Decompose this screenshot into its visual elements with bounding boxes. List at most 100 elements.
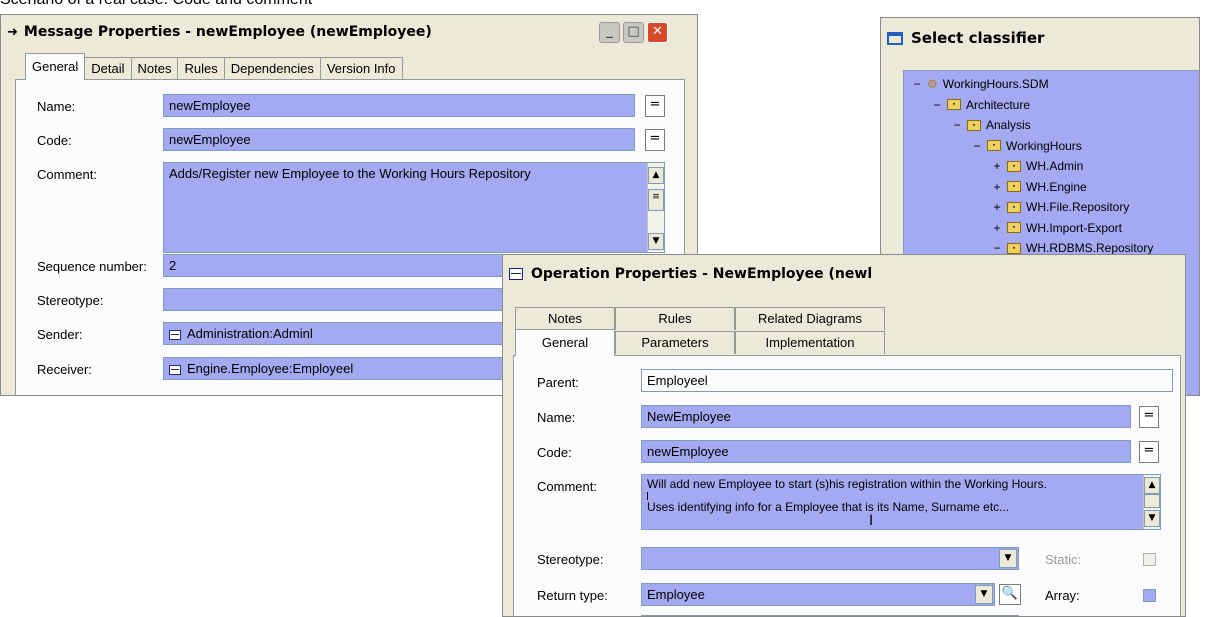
return-type-dropdown-button[interactable]: ▼ bbox=[975, 585, 993, 604]
tab-implementation[interactable]: Implementation bbox=[735, 331, 885, 354]
minimize-button[interactable]: _ bbox=[599, 22, 620, 43]
close-button[interactable]: ✕ bbox=[647, 22, 668, 43]
collapse-icon[interactable]: − bbox=[951, 118, 963, 132]
tab-related-diagrams[interactable]: Related Diagrams bbox=[735, 307, 885, 330]
comment-scrollbar[interactable]: ▲ ≡ ▼ bbox=[647, 163, 664, 252]
tab-rules[interactable]: Rules bbox=[615, 307, 735, 330]
tab-general[interactable]: General bbox=[25, 53, 86, 80]
tree-item[interactable]: − ▪ Analysis bbox=[951, 115, 1030, 135]
tab-notes[interactable]: Notes bbox=[130, 57, 179, 80]
tree-item-label: WorkingHours.SDM bbox=[942, 77, 1049, 91]
collapse-icon[interactable]: − bbox=[931, 98, 943, 112]
operation-titlebar[interactable]: Operation Properties - NewEmployee (newl bbox=[503, 255, 1185, 293]
name-label: Name: bbox=[537, 410, 576, 425]
tree-item[interactable]: − ▪ Architecture bbox=[931, 95, 1030, 115]
code-label: Code: bbox=[537, 445, 572, 460]
package-icon: ▪ bbox=[1007, 201, 1021, 213]
comment-field[interactable]: Adds/Register new Employee to the Workin… bbox=[163, 162, 665, 253]
message-titlebar[interactable]: ➜ Message Properties - newEmployee (newE… bbox=[1, 15, 697, 49]
expand-icon[interactable]: + bbox=[991, 180, 1003, 194]
operation-window-title: Operation Properties - NewEmployee (newl bbox=[531, 266, 873, 282]
tab-rules[interactable]: Rules bbox=[177, 57, 225, 80]
return-type-field[interactable]: Employee bbox=[641, 583, 995, 606]
comment-scrollbar[interactable]: ▲ ▼ bbox=[1143, 475, 1160, 529]
class-icon bbox=[169, 364, 181, 375]
message-window-title: Message Properties - newEmployee (newEmp… bbox=[23, 24, 432, 40]
operation-properties-window: Operation Properties - NewEmployee (newl… bbox=[502, 254, 1186, 617]
expand-icon[interactable]: + bbox=[991, 221, 1003, 235]
parent-field: Employeel bbox=[641, 369, 1173, 392]
package-icon: ▪ bbox=[947, 99, 961, 110]
return-type-browse-button[interactable]: 🔍 bbox=[999, 584, 1021, 605]
tree-item-label: WH.Admin bbox=[1026, 159, 1084, 173]
tree-item[interactable]: + ▪ WH.Engine bbox=[991, 177, 1087, 197]
return-type-label: Return type: bbox=[537, 588, 608, 603]
name-eq-button[interactable]: = bbox=[1139, 406, 1159, 428]
parent-label: Parent: bbox=[537, 375, 579, 390]
name-label: Name: bbox=[37, 99, 76, 114]
maximize-button[interactable]: □ bbox=[623, 22, 644, 43]
package-icon: ▪ bbox=[1007, 222, 1021, 233]
scroll-thumb[interactable]: ≡ bbox=[648, 189, 664, 211]
magnifier-icon: 🔍 bbox=[1001, 586, 1019, 601]
expand-icon[interactable]: + bbox=[991, 200, 1003, 214]
scroll-up-button[interactable]: ▲ bbox=[648, 167, 664, 184]
package-icon: ▪ bbox=[987, 140, 1001, 151]
tree-item[interactable]: − ⚙ WorkingHours.SDM bbox=[911, 74, 1049, 94]
static-checkbox[interactable] bbox=[1143, 553, 1156, 566]
comment-text: Adds/Register new Employee to the Workin… bbox=[169, 166, 531, 181]
collapse-icon[interactable]: − bbox=[911, 77, 923, 91]
tree-item-label: WH.Import-Export bbox=[1026, 220, 1123, 235]
stereotype-label: Stereotype: bbox=[537, 552, 604, 567]
code-eq-button[interactable]: = bbox=[1139, 441, 1159, 463]
scroll-up-button[interactable]: ▲ bbox=[1144, 477, 1160, 494]
tree-item-label: WH.Engine bbox=[1026, 179, 1087, 194]
comment-field[interactable]: Will add new Employee to start (s)his re… bbox=[641, 474, 1161, 530]
comment-label: Comment: bbox=[537, 479, 597, 494]
tree-item[interactable]: + ▪ WH.File.Repository bbox=[991, 197, 1129, 217]
tree-item-label: WH.File.Repository bbox=[1026, 200, 1130, 214]
code-eq-button[interactable]: = bbox=[645, 129, 665, 151]
tree-item-label: WH.RDBMS.Repository bbox=[1026, 241, 1154, 255]
stereotype-label: Stereotype: bbox=[37, 293, 104, 308]
name-field[interactable]: NewEmployee bbox=[641, 405, 1131, 428]
collapse-icon[interactable]: − bbox=[991, 241, 1003, 255]
receiver-label: Receiver: bbox=[37, 362, 92, 377]
text-cursor-icon: I bbox=[869, 513, 874, 529]
tab-detail[interactable]: Detail bbox=[84, 57, 132, 80]
stereotype-field[interactable] bbox=[641, 547, 1019, 570]
name-eq-button[interactable]: = bbox=[645, 95, 665, 117]
tab-parameters[interactable]: Parameters bbox=[615, 331, 735, 354]
code-field[interactable]: newEmployee bbox=[163, 128, 635, 151]
comment-line-1: Will add new Employee to start (s)his re… bbox=[647, 477, 1047, 491]
operation-icon bbox=[509, 268, 523, 280]
code-label: Code: bbox=[37, 133, 72, 148]
tab-general[interactable]: General bbox=[515, 329, 615, 356]
tab-dependencies[interactable]: Dependencies bbox=[223, 57, 321, 80]
classifier-titlebar[interactable]: Select classifier bbox=[881, 18, 1199, 58]
expand-icon[interactable]: + bbox=[991, 159, 1003, 173]
array-checkbox[interactable] bbox=[1143, 589, 1156, 602]
package-icon: ▪ bbox=[1007, 242, 1021, 254]
comment-line-2: Uses identifying info for a Employee tha… bbox=[647, 500, 1010, 514]
window-icon bbox=[887, 31, 903, 45]
classifier-window-title: Select classifier bbox=[911, 29, 1045, 47]
scroll-thumb[interactable] bbox=[1144, 494, 1160, 508]
tab-notes[interactable]: Notes bbox=[515, 307, 615, 330]
scroll-down-button[interactable]: ▼ bbox=[1144, 510, 1160, 527]
code-field[interactable]: newEmployee bbox=[641, 440, 1131, 463]
tree-item[interactable]: + ▪ WH.Admin bbox=[991, 156, 1083, 176]
tab-version-info[interactable]: Version Info bbox=[319, 57, 403, 80]
collapse-icon[interactable]: − bbox=[971, 139, 983, 153]
class-icon bbox=[169, 329, 181, 340]
comment-label: Comment: bbox=[37, 167, 97, 182]
array-label: Array: bbox=[1045, 588, 1080, 603]
stereotype-dropdown-button[interactable]: ▼ bbox=[999, 549, 1017, 568]
tree-item[interactable]: − ▪ WorkingHours bbox=[971, 136, 1081, 156]
name-field[interactable]: newEmployee bbox=[163, 94, 635, 117]
tree-item[interactable]: + ▪ WH.Import-Export bbox=[991, 218, 1122, 238]
receiver-value: Engine.Employee:Employeel bbox=[187, 361, 354, 376]
caption-text: Scenario of a real case. Code and commen… bbox=[0, 0, 312, 9]
sender-label: Sender: bbox=[37, 327, 83, 342]
scroll-down-button[interactable]: ▼ bbox=[648, 233, 664, 250]
